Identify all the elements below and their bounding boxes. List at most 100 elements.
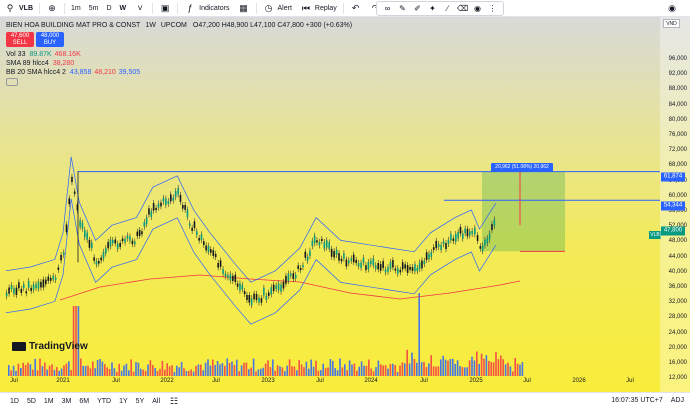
- interval-d[interactable]: D: [102, 0, 115, 17]
- sma-legend[interactable]: SMA 89 hlcc4 38,280: [6, 59, 352, 68]
- volume-bar: [236, 359, 238, 376]
- alert-button[interactable]: ◷ Alert: [259, 0, 296, 17]
- candle-body: [340, 258, 343, 262]
- range-3m[interactable]: 3M: [58, 398, 76, 405]
- candle-body: [421, 260, 423, 269]
- volume-bar: [176, 365, 178, 376]
- candle-body: [98, 261, 100, 264]
- visibility-icon[interactable]: ◉: [470, 4, 485, 13]
- volume-bar: [334, 368, 336, 376]
- volume-bar: [252, 358, 255, 376]
- symbol-search[interactable]: ⚲ VLB: [0, 0, 37, 17]
- range-6m[interactable]: 6M: [75, 398, 93, 405]
- line-tool-icon[interactable]: ∕: [440, 4, 455, 13]
- tradingview-logo[interactable]: TradingView: [12, 341, 88, 352]
- interval-5m[interactable]: 5m: [85, 0, 103, 17]
- volume-bar: [490, 361, 492, 376]
- candle-body: [95, 261, 98, 265]
- replay-button[interactable]: ⏮ Replay: [296, 0, 341, 17]
- chevron-down-icon: ˅: [137, 3, 143, 13]
- volume-bar: [24, 365, 27, 376]
- volume-bar: [279, 366, 281, 376]
- range-1d[interactable]: 1D: [6, 398, 23, 405]
- range-all[interactable]: All: [148, 398, 164, 405]
- volume-bar: [84, 365, 87, 376]
- volume-bar: [408, 363, 411, 376]
- volume-bar: [358, 366, 360, 376]
- buy-button[interactable]: 48,000 BUY: [36, 32, 64, 47]
- legend-collapse-button[interactable]: [6, 78, 18, 86]
- volume-bar: [135, 362, 137, 376]
- volume-bar: [514, 357, 516, 376]
- volume-bar: [168, 366, 171, 376]
- candle-body: [372, 258, 375, 266]
- candle-body: [71, 176, 73, 183]
- trade-buttons: 47,600 SELL 48,000 BUY: [6, 32, 352, 47]
- candle-body: [299, 268, 302, 271]
- eraser-icon[interactable]: ⌫: [455, 4, 470, 13]
- more-icon[interactable]: ⋮: [485, 4, 500, 13]
- volume-bar: [214, 365, 216, 376]
- pen-icon[interactable]: ✎: [395, 4, 410, 13]
- plus-circle-icon: ⊕: [48, 2, 56, 13]
- sell-button[interactable]: 47,600 SELL: [6, 32, 34, 47]
- undo-button[interactable]: ↶: [346, 0, 366, 17]
- volume-bar: [248, 369, 250, 376]
- interval-dropdown[interactable]: ˅: [130, 0, 150, 17]
- candle-body: [219, 260, 222, 267]
- time-label: Jul: [523, 378, 531, 384]
- candle-body: [73, 191, 76, 194]
- interval-w[interactable]: W: [116, 0, 131, 17]
- adj-toggle[interactable]: ADJ: [671, 397, 684, 404]
- range-1m[interactable]: 1M: [40, 398, 58, 405]
- time-axis[interactable]: Jul 2021 Jul 2022 Jul 2023 Jul 2024 Jul …: [0, 376, 660, 388]
- volume-legend[interactable]: Vol 33 89.87K 468.16K: [6, 50, 352, 59]
- candle-body: [316, 240, 318, 243]
- price-axis-label: 32,000: [668, 299, 687, 306]
- screenshot-button[interactable]: ◉: [662, 0, 682, 17]
- price-axis-label: 24,000: [668, 329, 687, 336]
- candle-body: [416, 267, 419, 272]
- candle-body: [93, 257, 95, 261]
- replay-icon: ⏮: [301, 2, 310, 13]
- candle-body: [184, 204, 186, 210]
- range-5y[interactable]: 5Y: [132, 398, 149, 405]
- interval-1m[interactable]: 1m: [67, 0, 85, 17]
- bb-legend[interactable]: BB 20 SMA hlcc4 2 43,858 48,210 39,505: [6, 68, 352, 77]
- indicators-button[interactable]: ƒ Indicators: [180, 0, 233, 17]
- link-icon[interactable]: ∞: [380, 4, 395, 13]
- candle-body: [157, 203, 160, 208]
- candle-body: [297, 265, 299, 269]
- time-label: Jul: [316, 378, 324, 384]
- volume-bar: [216, 360, 219, 376]
- candle-body: [167, 201, 170, 204]
- volume-bar: [411, 352, 413, 376]
- candle-body: [84, 229, 86, 238]
- legend-title-row: BIEN HOA BUILDING MAT PRO & CONST 1W UPC…: [6, 21, 352, 30]
- range-5d[interactable]: 5D: [23, 398, 40, 405]
- candle-body: [265, 295, 268, 300]
- candle-body: [27, 280, 30, 288]
- calendar-icon[interactable]: ☷: [168, 395, 180, 407]
- volume-bar: [399, 365, 401, 376]
- templates-button[interactable]: ▦: [234, 0, 254, 17]
- chart-type-button[interactable]: ▣: [155, 0, 175, 17]
- volume-bar: [267, 360, 269, 376]
- range-1y[interactable]: 1Y: [115, 398, 132, 405]
- brush-icon[interactable]: ✐: [410, 4, 425, 13]
- candle-body: [399, 269, 402, 273]
- range-ytd[interactable]: YTD: [93, 398, 115, 405]
- candle-body: [109, 239, 112, 247]
- volume-value-2: 468.16K: [54, 51, 81, 58]
- volume-bar: [82, 365, 84, 376]
- price-tag-last: 47,800: [661, 226, 685, 236]
- compare-button[interactable]: ⊕: [42, 0, 62, 17]
- volume-bar: [264, 363, 267, 376]
- crosshair-icon[interactable]: ✦: [425, 4, 440, 13]
- currency-selector[interactable]: VND: [663, 19, 680, 28]
- volume-bar: [250, 367, 252, 376]
- chart-pane[interactable]: BIEN HOA BUILDING MAT PRO & CONST 1W UPC…: [0, 17, 690, 392]
- volume-bar: [87, 365, 89, 376]
- volume-bar: [286, 365, 288, 376]
- volume-bar: [130, 359, 132, 376]
